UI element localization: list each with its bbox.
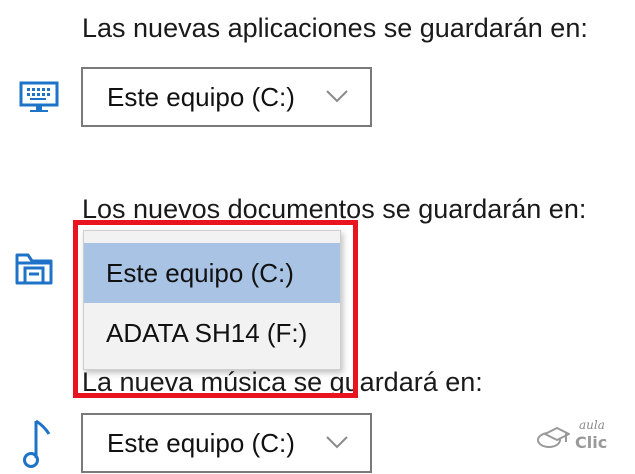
- aulaclic-logo: aula Clic: [537, 418, 607, 452]
- music-note-icon: [23, 419, 51, 468]
- folder-icon: [15, 253, 53, 285]
- apps-save-label: Las nuevas aplicaciones se guardarán en:: [82, 13, 588, 43]
- music-drive-value: Este equipo (C:): [107, 428, 295, 458]
- svg-text:Clic: Clic: [575, 433, 607, 452]
- chevron-down-icon: [326, 436, 348, 449]
- monitor-icon: [19, 81, 59, 112]
- svg-text:aula: aula: [579, 418, 605, 432]
- annotation-highlight-box: [73, 220, 358, 398]
- music-drive-select[interactable]: Este equipo (C:): [81, 413, 372, 473]
- apps-drive-select[interactable]: Este equipo (C:): [81, 67, 372, 127]
- chevron-down-icon: [326, 90, 348, 103]
- apps-drive-value: Este equipo (C:): [107, 82, 295, 112]
